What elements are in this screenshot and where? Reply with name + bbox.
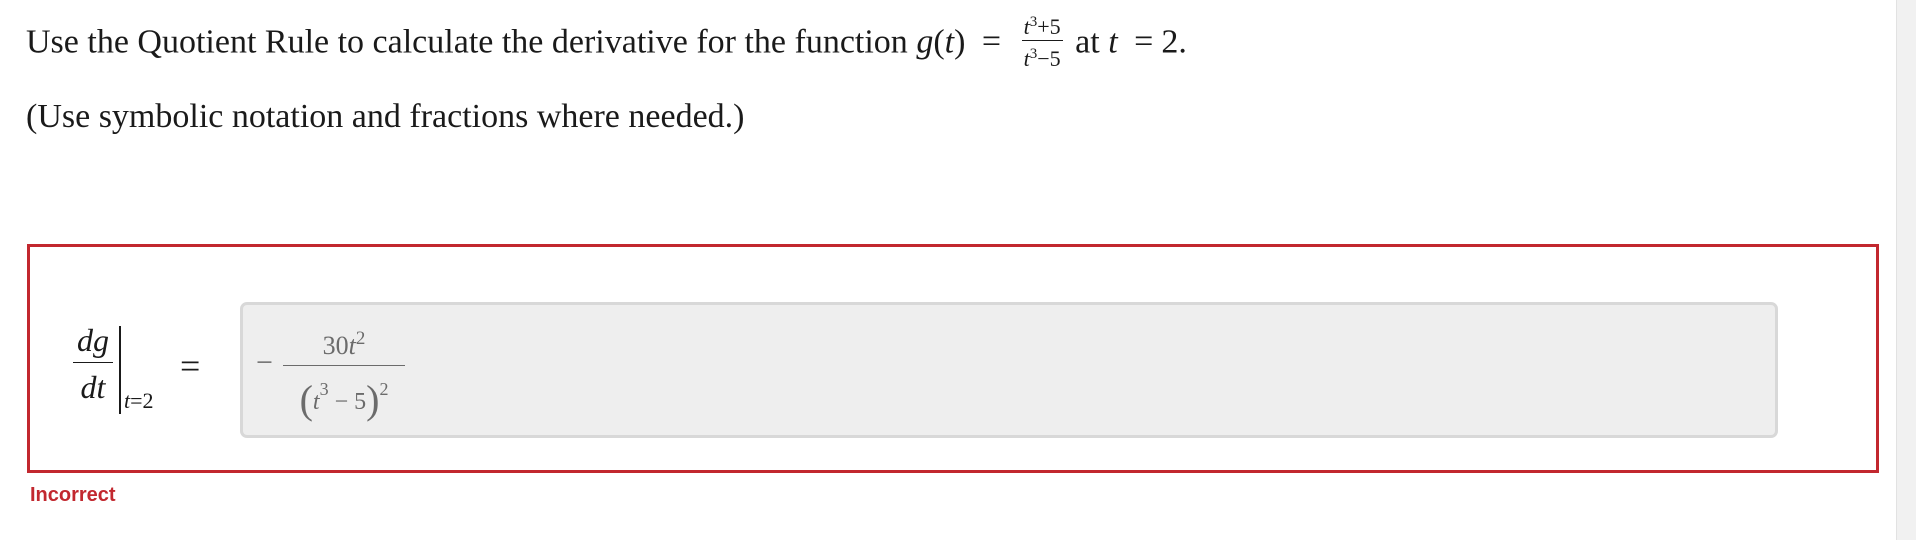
instruction-hint: (Use symbolic notation and fractions whe…	[26, 98, 745, 135]
function-variable: t	[944, 23, 955, 61]
answer-sign: −	[256, 346, 273, 379]
function-name: g	[916, 23, 934, 61]
derivative-numerator: dg	[73, 320, 113, 363]
answer-fraction: 30t2 (t3 − 5)2	[283, 322, 405, 425]
evaluation-bar	[119, 326, 121, 414]
function-numerator: t3+5	[1021, 10, 1063, 41]
answer-input[interactable]	[240, 302, 1778, 438]
function-equals: =	[981, 23, 1002, 61]
derivative-denominator: dt	[80, 369, 106, 405]
answer-numerator: 30t2	[283, 322, 405, 366]
at-variable: t	[1108, 23, 1118, 61]
question-prefix: Use the Quotient Rule to calculate the d…	[26, 23, 908, 61]
page-scrollbar[interactable]	[1896, 0, 1916, 540]
function-fraction: t3+5 t3−5	[1021, 10, 1063, 71]
at-equals: =	[1134, 23, 1154, 61]
at-value: 2.	[1161, 23, 1187, 61]
function-denominator: t3−5	[1023, 46, 1061, 71]
at-word: at	[1075, 23, 1100, 61]
derivative-equals: =	[180, 346, 201, 386]
question-text: Use the Quotient Rule to calculate the d…	[26, 14, 1187, 75]
answer-denominator: (t3 − 5)2	[299, 377, 389, 422]
status-message: Incorrect	[30, 484, 116, 506]
evaluation-point: t=2	[124, 388, 154, 413]
derivative-label: dg dt	[73, 320, 113, 407]
